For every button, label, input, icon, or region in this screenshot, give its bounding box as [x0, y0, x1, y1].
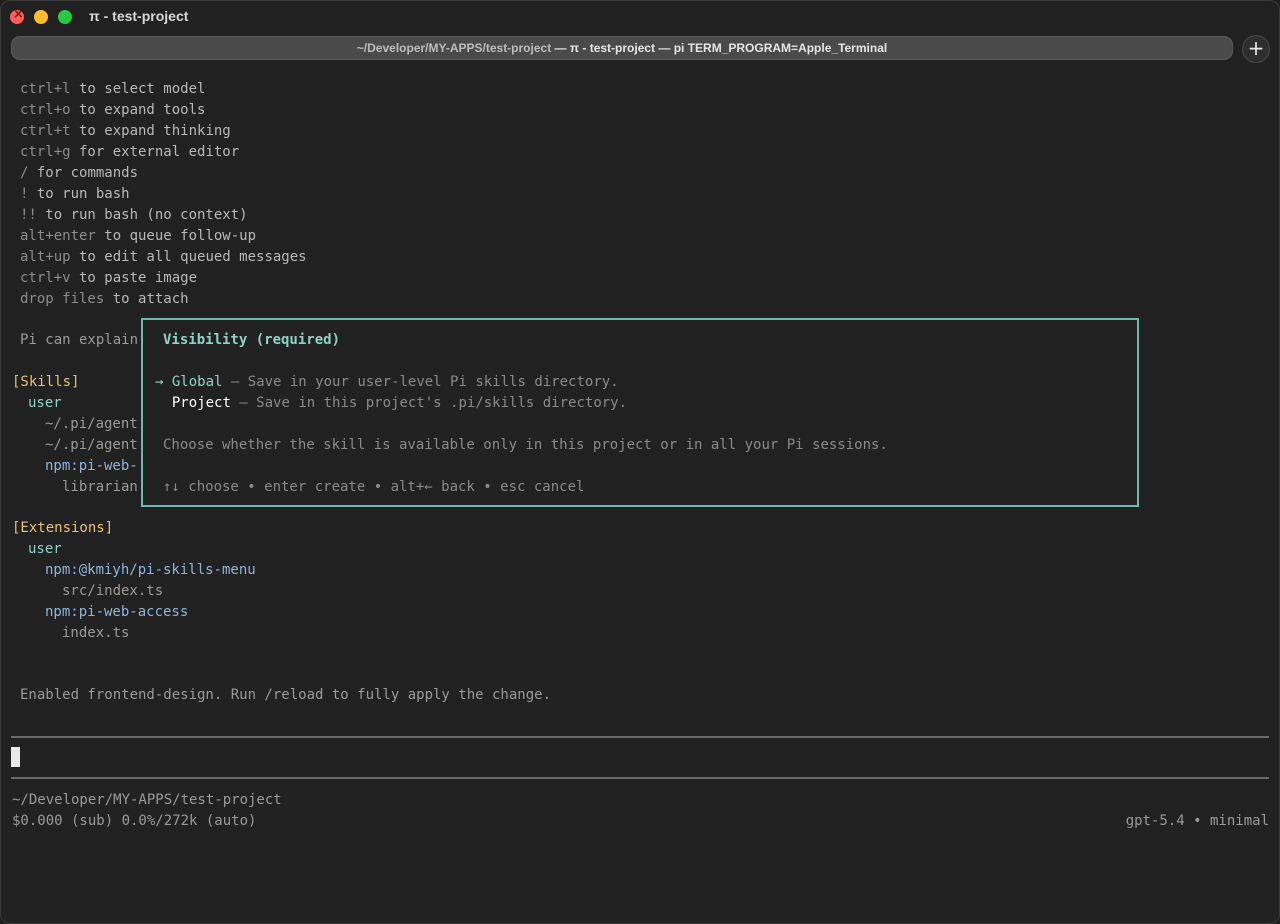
plus-icon: +: [1247, 36, 1265, 60]
option-global[interactable]: → Global — Save in your user-level Pi sk…: [155, 372, 619, 393]
extensions-scope: user: [28, 541, 62, 557]
shortcut-line: !! to run bash (no context): [20, 207, 248, 223]
extensions-heading: [Extensions]: [12, 520, 114, 536]
shortcut-line: ctrl+g for external editor: [20, 144, 240, 160]
shortcut-line: / for commands: [20, 165, 139, 181]
terminal-tab[interactable]: ~/Developer/MY-APPS/test-project — π - t…: [11, 36, 1233, 60]
shortcut-line: ! to run bash: [20, 186, 130, 202]
window-title: π - test-project: [89, 8, 189, 24]
skill-path: ~/.pi/agent: [45, 437, 138, 453]
dialog-title: Visibility (required): [163, 332, 341, 348]
input-top-divider: [11, 736, 1269, 738]
shortcut-line: alt+up to edit all queued messages: [20, 249, 307, 265]
shortcut-line: ctrl+o to expand tools: [20, 102, 206, 118]
input-cursor[interactable]: [11, 747, 20, 767]
extension-file: src/index.ts: [62, 583, 164, 599]
skill-package: npm:pi-web-: [45, 458, 138, 474]
shortcut-line: ctrl+l to select model: [20, 81, 206, 97]
close-window-button[interactable]: [10, 7, 24, 24]
new-tab-button[interactable]: +: [1242, 35, 1270, 63]
extension-file: index.ts: [62, 625, 130, 641]
visibility-dialog: Visibility (required) → Global — Save in…: [141, 318, 1139, 507]
extension-package: npm:pi-web-access: [45, 604, 189, 620]
tab-title: π - test-project — pi TERM_PROGRAM=Apple…: [569, 41, 888, 55]
footer-cwd: ~/Developer/MY-APPS/test-project: [12, 792, 282, 808]
tab-path: ~/Developer/MY-APPS/test-project: [356, 41, 552, 55]
minimize-window-button[interactable]: [34, 10, 48, 24]
dialog-key-hints: ↑↓ choose • enter create • alt+← back • …: [163, 479, 585, 495]
option-project[interactable]: Project — Save in this project's .pi/ski…: [155, 393, 627, 414]
intro-text: Pi can explain: [20, 332, 139, 348]
shortcut-line: drop files to attach: [20, 291, 189, 307]
footer-model: gpt-5.4 • minimal: [1125, 813, 1269, 829]
shortcut-line: ctrl+t to expand thinking: [20, 123, 231, 139]
skill-path: ~/.pi/agent: [45, 416, 138, 432]
selection-arrow-icon: →: [155, 374, 164, 390]
shortcut-line: alt+enter to queue follow-up: [20, 228, 257, 244]
dialog-help-text: Choose whether the skill is available on…: [163, 437, 888, 453]
status-message: Enabled frontend-design. Run /reload to …: [20, 687, 552, 703]
skills-scope: user: [28, 395, 62, 411]
input-bottom-divider: [11, 777, 1269, 779]
terminal-window: π - test-project ~/Developer/MY-APPS/tes…: [0, 0, 1280, 924]
footer-usage: $0.000 (sub) 0.0%/272k (auto): [12, 813, 257, 829]
skill-package-item: librarian: [62, 479, 138, 495]
tab-separator: —: [551, 41, 570, 55]
shortcut-line: ctrl+v to paste image: [20, 270, 198, 286]
maximize-window-button[interactable]: [58, 10, 72, 24]
title-bar: π - test-project: [1, 1, 1279, 35]
skills-heading: [Skills]: [12, 374, 80, 390]
extension-package: npm:@kmiyh/pi-skills-menu: [45, 562, 256, 578]
